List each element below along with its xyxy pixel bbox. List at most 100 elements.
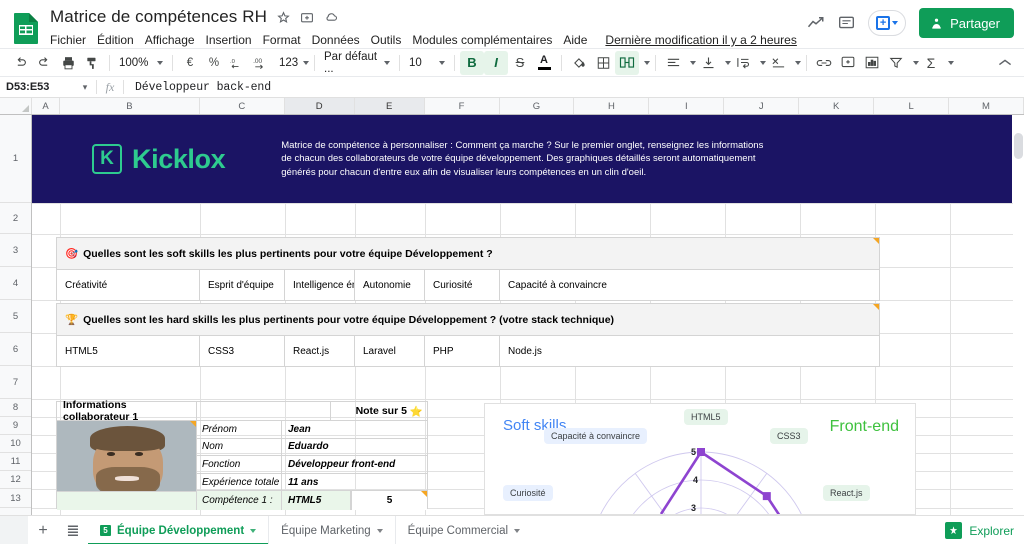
skill-score-1[interactable]: 5 [351,491,427,510]
vertical-align-button[interactable] [696,51,720,75]
soft-skill-cell-5[interactable]: Curiosité [425,270,500,301]
collapse-toolbar-icon[interactable] [998,55,1012,70]
undo-icon[interactable] [8,51,32,75]
row-header-12[interactable]: 12 [0,471,31,489]
sheet-tab-equipe-developpement[interactable]: 5 Équipe Développement [88,515,270,544]
column-header-I[interactable]: I [649,98,725,114]
redo-icon[interactable] [32,51,56,75]
collaborator-photo[interactable] [57,421,197,510]
note-indicator-icon[interactable] [421,491,427,498]
sheet-tab-equipe-marketing[interactable]: Équipe Marketing [269,515,396,544]
name-box-chevron-down-icon[interactable]: ▾ [74,82,96,93]
menu-affichage[interactable]: Affichage [145,33,195,47]
sheet-tab-equipe-commercial[interactable]: Équipe Commercial [396,516,532,544]
rotation-chevron-down-icon[interactable] [795,60,801,65]
column-header-A[interactable]: A [32,98,60,114]
column-header-H[interactable]: H [574,98,650,114]
percent-format-button[interactable]: % [202,51,226,75]
row-header-7[interactable]: 7 [0,366,31,399]
row-header-13[interactable]: 13 [0,489,31,508]
merge-cells-button[interactable] [615,50,639,75]
column-header-D[interactable]: D [284,98,355,114]
document-title[interactable]: Matrice de compétences RH [50,7,267,27]
row-header-14[interactable] [0,508,31,515]
text-wrapping-button[interactable] [731,51,755,75]
hard-skill-cell-5[interactable]: PHP [425,336,500,367]
select-all-corner[interactable] [0,98,32,114]
column-header-G[interactable]: G [499,98,575,114]
activity-trend-icon[interactable] [807,16,825,30]
vertical-scrollbar-thumb[interactable] [1014,133,1023,159]
column-header-K[interactable]: K [799,98,875,114]
skill-value-1[interactable]: HTML5 [282,491,351,510]
sheets-logo-icon[interactable] [8,8,44,48]
more-formats-select[interactable]: 123 [275,52,310,74]
all-sheets-icon[interactable]: ≣ [58,521,88,541]
note-indicator-icon[interactable] [873,238,879,244]
bold-button[interactable]: B [460,50,484,75]
row-header-10[interactable]: 10 [0,435,31,453]
row-header-8[interactable]: 8 [0,399,31,417]
column-header-L[interactable]: L [874,98,950,114]
field-value-fonction[interactable]: Développeur front-end [282,456,427,473]
decrease-decimal-button[interactable]: .0 [226,51,250,75]
comment-icon[interactable] [838,16,855,31]
font-family-select[interactable]: Par défaut ... [320,51,394,75]
italic-button[interactable]: I [484,50,508,75]
menu-outils[interactable]: Outils [371,33,402,47]
soft-skill-cell-1[interactable]: Créativité [57,270,200,301]
share-button[interactable]: Partager [919,8,1014,38]
field-value-experience[interactable]: 11 ans [282,474,427,491]
row-header-2[interactable]: 2 [0,203,31,234]
add-sheet-icon[interactable]: + [28,522,58,540]
column-header-B[interactable]: B [59,98,200,114]
chevron-down-icon[interactable] [376,528,383,533]
hard-skill-cell-2[interactable]: CSS3 [200,336,285,367]
formula-input[interactable]: Développeur back-end [124,81,1024,94]
row-header-1[interactable]: 1 [0,115,31,203]
merge-chevron-down-icon[interactable] [644,60,650,65]
column-header-J[interactable]: J [724,98,800,114]
menu-donnees[interactable]: Données [312,33,360,47]
insert-comment-icon[interactable] [836,51,860,75]
add-collaborator-button[interactable]: + [868,10,907,36]
chevron-down-icon[interactable] [514,528,521,533]
soft-skill-cell-6[interactable]: Capacité à convaincre [500,270,878,301]
functions-button[interactable]: Σ [919,51,943,75]
soft-skill-cell-3[interactable]: Intelligence ém [285,270,355,301]
text-rotation-button[interactable] [766,51,790,75]
strikethrough-button[interactable]: S [508,51,532,75]
column-header-F[interactable]: F [424,98,500,114]
soft-skill-cell-2[interactable]: Esprit d'équipe [200,270,285,301]
menu-aide[interactable]: Aide [563,33,587,47]
star-icon[interactable] [277,10,290,24]
row-header-6[interactable]: 6 [0,333,31,366]
move-to-folder-icon[interactable] [300,11,314,24]
hard-skills-question-row[interactable]: 🏆 Quelles sont les hard skills les plus … [57,304,879,335]
cloud-status-icon[interactable] [324,11,339,24]
hard-skill-cell-4[interactable]: Laravel [355,336,425,367]
skills-radar-chart[interactable]: Soft skills Front-end HTML5 CSS3 React.j… [484,403,916,515]
font-size-select[interactable]: 10 [405,52,449,74]
menu-fichier[interactable]: Fichier [50,33,86,47]
soft-skill-cell-4[interactable]: Autonomie [355,270,425,301]
hard-skill-cell-6[interactable]: Node.js [500,336,878,367]
last-edit-link[interactable]: Dernière modification il y a 2 heures [605,33,796,47]
text-color-button[interactable]: A [532,51,556,75]
row-header-3[interactable]: 3 [0,234,31,267]
paint-format-icon[interactable] [80,51,104,75]
zoom-select[interactable]: 100% [115,52,167,74]
insert-link-icon[interactable] [812,51,836,75]
borders-button[interactable] [591,51,615,75]
print-icon[interactable] [56,51,80,75]
explorer-button[interactable]: Explorer [945,522,1014,539]
name-box[interactable]: D53:E53 [0,81,74,93]
menu-format[interactable]: Format [263,33,301,47]
horizontal-align-button[interactable] [661,51,685,75]
chevron-down-icon[interactable] [250,528,257,533]
hard-skill-cell-1[interactable]: HTML5 [57,336,200,367]
row-header-9[interactable]: 9 [0,417,31,435]
sheet-canvas[interactable]: K Kicklox Matrice de compétence à person… [32,115,1024,515]
row-header-11[interactable]: 11 [0,453,31,471]
hard-skill-cell-3[interactable]: React.js [285,336,355,367]
